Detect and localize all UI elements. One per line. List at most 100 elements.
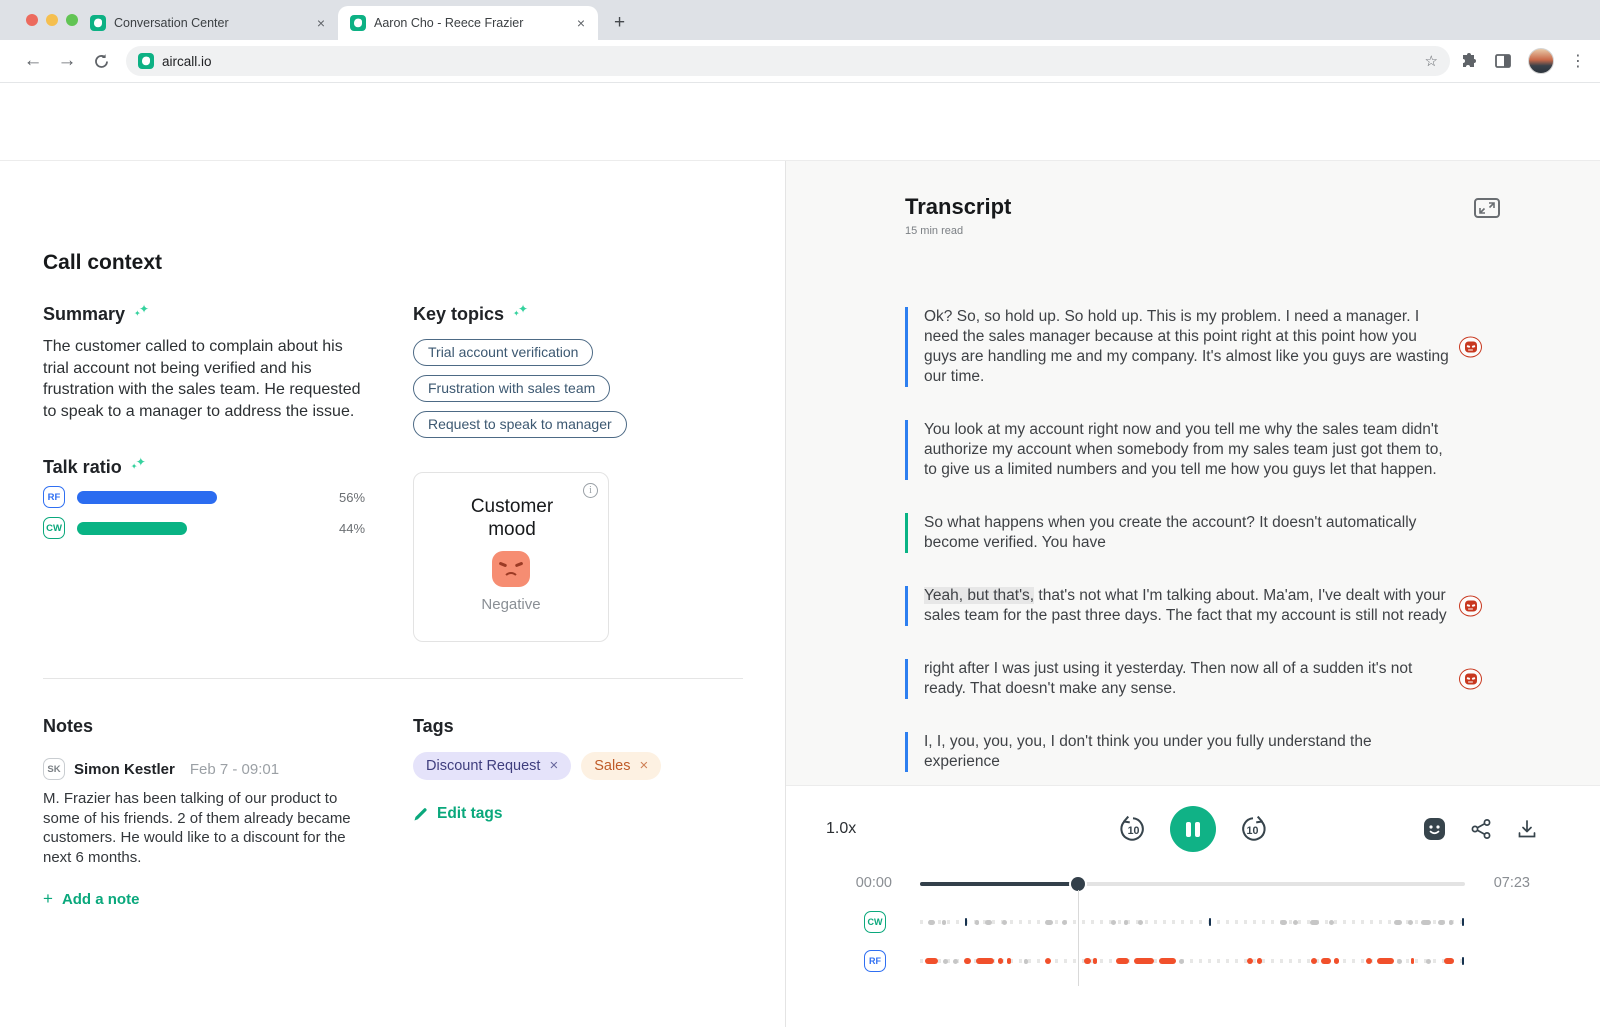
minimize-window-button[interactable] [46,14,58,26]
tab-title: Conversation Center [114,16,306,30]
transcript-entry[interactable]: Yeah, but that's, that's not what I'm ta… [905,586,1490,626]
pause-button[interactable] [1170,806,1216,852]
total-time: 07:23 [1494,875,1530,891]
ai-sparkle-icon: ✦✦ [131,460,147,476]
share-icon[interactable] [1470,818,1492,840]
forward-button[interactable]: → [50,50,84,72]
playhead-handle[interactable] [1071,877,1085,891]
key-topic-chip[interactable]: Frustration with sales team [413,375,610,402]
waveform-track[interactable] [920,957,1465,965]
note-author-row: SK Simon Kestler Feb 7 - 09:01 [43,758,413,780]
customer-mood-card: i Customer mood Negative [413,472,609,642]
aircall-favicon [90,15,106,31]
aircall-favicon [350,15,366,31]
waveform-segment [1209,918,1211,926]
waveform-segment [1462,957,1464,965]
note-date: Feb 7 - 09:01 [190,761,279,778]
talk-ratio-percent: 44% [339,521,365,536]
angry-mood-icon [1459,337,1482,358]
note-author-initials-badge: SK [43,758,65,780]
talk-ratio-title: Talk ratio ✦✦ [43,457,413,478]
waveform-segment [953,959,958,964]
add-note-button[interactable]: + Add a note [43,889,413,909]
new-tab-button[interactable]: + [608,12,631,34]
ai-sparkle-icon: ✦✦ [134,307,150,323]
seek-bar[interactable] [920,882,1465,886]
waveform-segment [1179,959,1184,964]
tag-label: Discount Request [426,758,540,774]
waveform-segment [1045,920,1053,925]
waveform-segment [985,920,992,925]
transcript-entry[interactable]: I, I, you, you, you, I don't think you u… [905,732,1490,772]
back-button[interactable]: ← [16,50,50,72]
angry-mood-icon [1459,596,1482,617]
transcript-panel: Transcript 15 min read Ok? So, so hold u… [786,161,1600,1027]
reload-button[interactable] [84,53,118,70]
close-window-button[interactable] [26,14,38,26]
browser-menu-icon[interactable]: ⋮ [1570,51,1586,71]
summary-title: Summary ✦✦ [43,304,413,325]
seek-progress [920,882,1078,886]
maximize-window-button[interactable] [66,14,78,26]
playback-speed-button[interactable]: 1.0x [826,820,856,838]
svg-text:10: 10 [1128,825,1140,837]
browser-tab-bar: Conversation Center × Aaron Cho - Reece … [0,0,1600,40]
waveform-segment [1045,958,1051,964]
agent-initials-badge: CW [43,517,65,539]
tab-title: Aaron Cho - Reece Frazier [374,16,566,30]
side-panel-icon[interactable] [1494,52,1512,70]
waveform-segment [975,920,979,925]
transcript-text: Ok? So, so hold up. So hold up. This is … [924,307,1451,387]
profile-avatar[interactable] [1528,48,1554,74]
close-tab-icon[interactable]: × [574,15,588,31]
transcript-entry[interactable]: Ok? So, so hold up. So hold up. This is … [905,307,1490,387]
waveform-segment [1084,958,1092,964]
waveform-segment [1411,958,1415,964]
remove-tag-icon[interactable]: × [549,757,558,774]
transcript-entry[interactable]: right after I was just using it yesterda… [905,659,1490,699]
waveform-segment [1329,920,1334,925]
address-bar[interactable]: aircall.io ☆ [126,46,1450,76]
sentiment-toggle-icon[interactable] [1423,817,1446,841]
audio-player: 1.0x 10 10 [786,785,1600,1027]
waveform-segment [976,958,993,964]
key-topic-chip[interactable]: Request to speak to manager [413,411,627,438]
waveform-segment [1444,958,1454,964]
transcript-text: right after I was just using it yesterda… [924,659,1451,699]
playhead-line [1078,890,1079,986]
waveform-segment [943,959,948,964]
aircall-favicon [138,53,154,69]
key-topic-chip[interactable]: Trial account verification [413,339,593,366]
waveform-segment [1159,958,1176,964]
angry-mood-icon [1459,669,1482,690]
svg-text:10: 10 [1247,825,1259,837]
remove-tag-icon[interactable]: × [640,757,649,774]
tag-label: Sales [594,758,630,774]
transcript-entry[interactable]: So what happens when you create the acco… [905,513,1490,553]
summary-text: The customer called to complain about hi… [43,336,365,422]
expand-transcript-button[interactable] [1474,198,1500,218]
edit-tags-button[interactable]: Edit tags [413,805,743,823]
extensions-icon[interactable] [1460,52,1478,70]
talk-ratio-row: CW 44% [43,516,413,540]
waveform-segment [1002,920,1007,925]
tab-conversation-center[interactable]: Conversation Center × [78,6,338,40]
waveform-segment [1438,920,1445,925]
download-icon[interactable] [1516,818,1538,840]
waveform-segment [1247,958,1253,964]
skip-forward-10-button[interactable]: 10 [1238,814,1268,844]
waveform-segment [1421,920,1431,925]
skip-back-10-button[interactable]: 10 [1118,814,1148,844]
current-time: 00:00 [842,875,892,891]
note-body: M. Frazier has been talking of our produ… [43,789,377,867]
waveform-segment [1280,920,1288,925]
transcript-read-time: 15 min read [905,225,1011,237]
contact-initials-badge: RF [864,950,886,972]
info-icon[interactable]: i [583,483,598,498]
transcript-entry[interactable]: You look at my account right now and you… [905,420,1490,480]
tab-call-detail[interactable]: Aaron Cho - Reece Frazier × [338,6,598,40]
tags-title: Tags [413,716,743,737]
bookmark-star-icon[interactable]: ☆ [1425,52,1438,70]
waveform-track[interactable] [920,918,1465,926]
close-tab-icon[interactable]: × [314,15,328,31]
